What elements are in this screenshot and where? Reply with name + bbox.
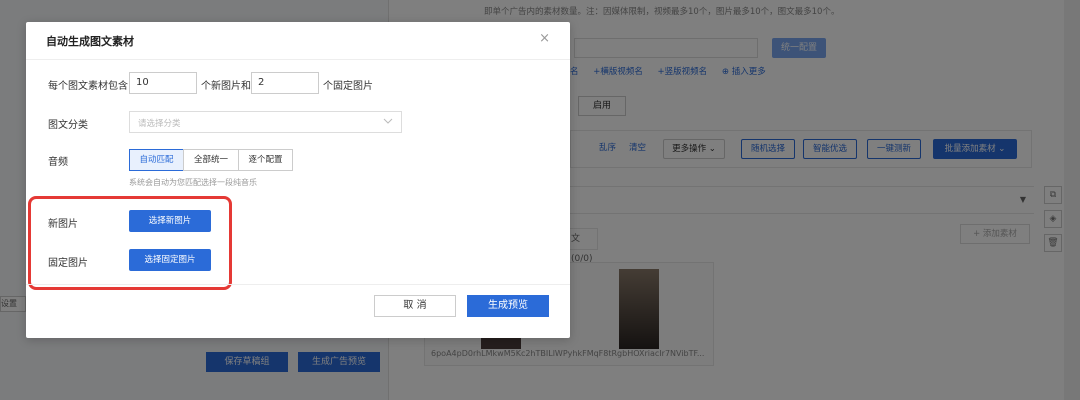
category-label: 图文分类 bbox=[48, 120, 88, 131]
audio-option-auto-match[interactable]: 自动匹配 bbox=[129, 149, 184, 171]
new-image-suffix: 个新图片和 bbox=[201, 81, 251, 92]
new-image-count-input[interactable]: 10 bbox=[129, 72, 197, 94]
material-contains-label: 每个图文素材包含 bbox=[48, 81, 128, 92]
dialog-header: 自动生成图文素材 × bbox=[26, 22, 570, 60]
annotation-highlight-box bbox=[28, 196, 232, 290]
dialog-title: 自动生成图文素材 bbox=[46, 35, 134, 48]
category-select[interactable]: 请选择分类 bbox=[129, 111, 402, 133]
audio-option-configure-each[interactable]: 逐个配置 bbox=[238, 149, 293, 171]
fixed-image-suffix: 个固定图片 bbox=[323, 81, 373, 92]
audio-hint: 系统会自动为您匹配选择一段纯音乐 bbox=[129, 178, 257, 187]
auto-generate-dialog: 自动生成图文素材 × 每个图文素材包含 10 个新图片和 2 个固定图片 图文分… bbox=[26, 22, 570, 338]
chevron-down-icon bbox=[383, 118, 393, 124]
cancel-button[interactable]: 取 消 bbox=[374, 295, 456, 317]
close-icon[interactable]: × bbox=[539, 32, 550, 46]
category-placeholder: 请选择分类 bbox=[138, 119, 181, 129]
fixed-image-count-input[interactable]: 2 bbox=[251, 72, 319, 94]
audio-label: 音频 bbox=[48, 157, 68, 168]
generate-preview-button[interactable]: 生成预览 bbox=[467, 295, 549, 317]
audio-option-unify-all[interactable]: 全部统一 bbox=[183, 149, 239, 171]
